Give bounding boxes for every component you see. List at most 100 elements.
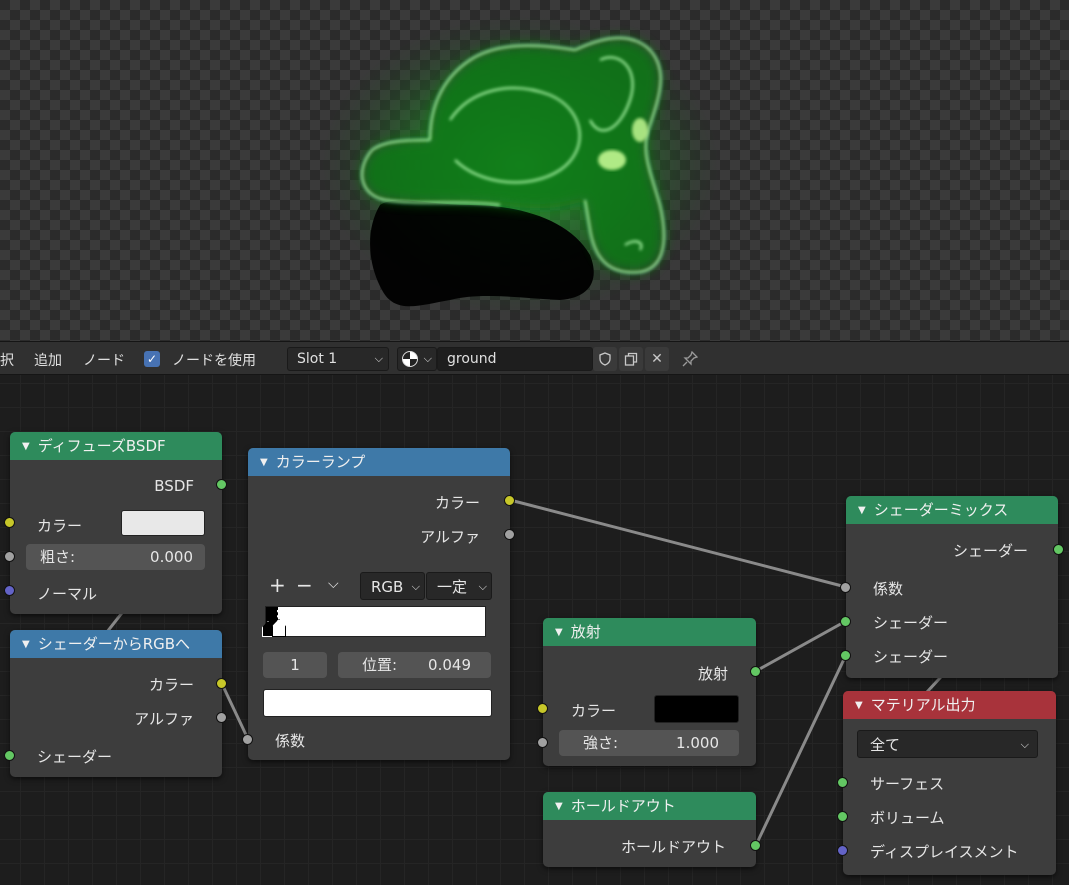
add-stop-button[interactable]: + [269,573,286,597]
chevron-down-icon: ⌵ [423,352,432,365]
monkey-render [320,15,720,315]
input-color-label: カラー [571,702,617,720]
collapse-triangle-icon[interactable]: ▼ [22,639,30,650]
input-fac-socket[interactable] [840,582,851,593]
input-normal-label: ノーマル [37,585,98,603]
node-title: シェーダーからRGBへ [37,635,191,653]
node-title: マテリアル出力 [870,696,976,714]
roughness-field[interactable]: 粗さ: 0.000 [26,544,205,570]
input-normal-socket[interactable] [4,585,15,596]
output-emission-label: 放射 [697,665,728,683]
collapse-triangle-icon[interactable]: ▼ [555,627,563,638]
position-value: 0.049 [428,656,471,674]
input-strength-socket[interactable] [537,737,548,748]
chevron-down-icon: ⌵ [1020,738,1029,751]
output-color-label: カラー [434,494,480,512]
collapse-triangle-icon[interactable]: ▼ [22,441,30,452]
node-header[interactable]: ▼ ディフューズBSDF [10,432,222,460]
output-emission-socket[interactable] [750,666,761,677]
input-displacement-socket[interactable] [837,845,848,856]
input-shader1-socket[interactable] [840,616,851,627]
input-surface-socket[interactable] [837,777,848,788]
menu-add[interactable]: 追加 [34,350,62,370]
collapse-triangle-icon[interactable]: ▼ [555,801,563,812]
material-name: ground [447,351,497,367]
node-header[interactable]: ▼ カラーランプ [248,448,510,476]
node-title: 放射 [570,623,601,641]
menu-select[interactable]: 択 [0,350,14,370]
collapse-triangle-icon[interactable]: ▼ [855,700,863,711]
strength-value: 1.000 [676,734,719,752]
input-color-socket[interactable] [4,517,15,528]
node-header[interactable]: ▼ シェーダーミックス [846,496,1058,524]
output-alpha-socket[interactable] [216,712,227,723]
node-color-ramp[interactable]: ▼ カラーランプ カラー アルファ + − ⌵ RGB ⌵ 一定 ⌵ 1 位置: … [242,448,515,760]
input-color-socket[interactable] [537,703,548,714]
use-nodes-label: ノードを使用 [172,353,256,369]
output-color-socket[interactable] [216,678,227,689]
color-mode-value: RGB [371,578,404,596]
duplicate-icon[interactable] [619,347,643,371]
input-color-label: カラー [37,517,83,535]
interpolation-dropdown[interactable]: 一定 ⌵ [426,572,492,600]
shield-icon[interactable] [593,347,617,371]
color-swatch[interactable] [654,695,739,723]
node-mix-shader[interactable]: ▼ シェーダーミックス シェーダー 係数 シェーダー シェーダー [840,496,1064,678]
node-diffuse-bsdf[interactable]: ▼ ディフューズBSDF BSDF カラー 粗さ: 0.000 ノーマル [4,432,227,614]
output-holdout-socket[interactable] [750,840,761,851]
color-ramp-bar[interactable] [262,606,486,637]
node-header[interactable]: ▼ 放射 [543,618,756,646]
slot-value: Slot 1 [297,351,338,367]
output-color-socket[interactable] [504,495,515,506]
node-header[interactable]: ▼ シェーダーからRGBへ [10,630,222,658]
target-value: 全て [870,736,901,754]
node-title: ディフューズBSDF [37,437,166,455]
node-header[interactable]: ▼ ホールドアウト [543,792,756,820]
strength-field[interactable]: 強さ: 1.000 [559,730,739,756]
node-holdout[interactable]: ▼ ホールドアウト ホールドアウト [543,792,761,867]
position-label: 位置: [362,656,398,674]
node-title: シェーダーミックス [873,501,1009,519]
material-browse-button[interactable]: ⌵ [397,347,437,371]
input-roughness-socket[interactable] [4,551,15,562]
input-displacement-label: ディスプレイスメント [870,843,1019,861]
use-nodes-checkbox[interactable]: ✓ [144,351,160,367]
link-ramp-to-mix-fac [508,498,848,589]
output-shader-label: シェーダー [952,542,1028,560]
input-shader2-socket[interactable] [840,650,851,661]
color-mode-dropdown[interactable]: RGB ⌵ [360,572,425,600]
collapse-triangle-icon[interactable]: ▼ [858,505,866,516]
color-swatch[interactable] [121,510,205,536]
output-shader-socket[interactable] [1053,544,1064,555]
pin-icon[interactable] [678,347,702,371]
output-bsdf-socket[interactable] [216,479,227,490]
remove-stop-button[interactable]: − [296,573,313,597]
chevron-down-icon[interactable]: ⌵ [328,576,339,592]
render-viewport[interactable] [0,0,1069,341]
node-material-output[interactable]: ▼ マテリアル出力 全て ⌵ サーフェス ボリューム ディスプレイスメント [837,691,1056,875]
node-emission[interactable]: ▼ 放射 放射 カラー 強さ: 1.000 [537,618,761,766]
node-editor-canvas[interactable]: ▼ ディフューズBSDF BSDF カラー 粗さ: 0.000 ノーマル ▼ シェー… [0,375,1069,885]
input-surface-label: サーフェス [870,775,945,793]
input-shader-label: シェーダー [37,748,113,766]
input-shader-socket[interactable] [4,750,15,761]
stop-color-swatch[interactable] [263,689,492,717]
position-field[interactable]: 位置: 0.049 [338,652,491,678]
output-alpha-socket[interactable] [504,529,515,540]
collapse-triangle-icon[interactable]: ▼ [260,457,268,468]
close-icon[interactable]: ✕ [645,347,669,371]
stop-index-field[interactable]: 1 [263,652,327,678]
output-holdout-label: ホールドアウト [620,838,726,856]
input-fac-socket[interactable] [242,734,253,745]
chevron-down-icon: ⌵ [374,352,383,365]
input-volume-socket[interactable] [837,811,848,822]
menu-node[interactable]: ノード [83,350,125,370]
strength-label: 強さ: [583,734,619,752]
node-header[interactable]: ▼ マテリアル出力 [843,691,1056,719]
material-name-field[interactable]: ground [437,347,593,371]
output-color-label: カラー [148,676,194,694]
slot-dropdown[interactable]: Slot 1 ⌵ [287,347,389,371]
target-dropdown[interactable]: 全て ⌵ [857,730,1038,758]
input-fac-label: 係数 [873,580,904,598]
node-shader-to-rgb[interactable]: ▼ シェーダーからRGBへ カラー アルファ シェーダー [4,630,227,777]
